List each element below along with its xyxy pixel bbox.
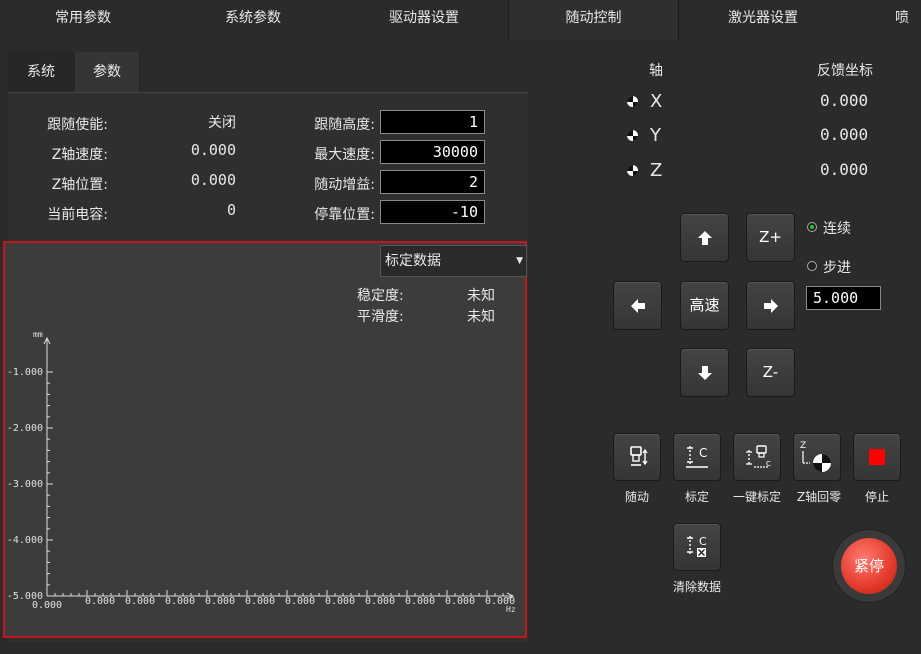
stop-label: 停止 [864, 490, 889, 504]
calibration-chart: mmHz-1.000-2.000-3.000-4.000-5.0000.000 0… [7, 330, 516, 614]
step-radio[interactable] [807, 261, 817, 271]
subtab-params[interactable]: 参数 [75, 52, 140, 92]
capacitance-label: 当前电容: [47, 207, 108, 223]
x-tick-label: 0.000 [85, 596, 115, 607]
y-tick-label: -3.000 [7, 479, 43, 490]
clear-data-button[interactable]: C [673, 523, 721, 571]
axis-z-name: Z [650, 160, 663, 181]
calibrate-icon: C [686, 446, 708, 468]
follow-gain-input[interactable]: 2 [380, 170, 485, 194]
step-label: 步进 [823, 260, 851, 276]
one-key-calibrate-icon: C [746, 445, 771, 468]
subtab-system[interactable]: 系统 [8, 52, 75, 92]
top-tab-bar: 常用参数 系统参数 驱动器设置 随动控制 激光器设置 喷 [0, 0, 921, 40]
park-position-input[interactable]: -10 [380, 200, 485, 224]
axis-y-value: 0.000 [820, 125, 869, 144]
z-home-button[interactable]: Z [793, 433, 841, 481]
max-speed-input[interactable]: 30000 [380, 140, 485, 164]
axis-x-value: 0.000 [820, 91, 869, 110]
tab-spray[interactable]: 喷 [895, 0, 921, 40]
calibration-chart-panel: 标定数据 ▼ 稳定度: 未知 平滑度: 未知 mm Hz -1.000 -2.000-… [3, 241, 527, 638]
jog-left-button[interactable] [613, 281, 662, 330]
arrow-up-icon [697, 230, 712, 245]
follow-enable-label: 跟随使能: [47, 117, 108, 133]
feedback-coord-header: 反馈坐标 [817, 63, 873, 79]
x-tick-label: 0.000 [285, 596, 315, 607]
x-tick-label: 0.000 [32, 600, 62, 611]
arrow-right-icon [763, 298, 778, 313]
z-speed-label: Z轴速度: [51, 147, 108, 163]
axis-x-status-icon [627, 96, 638, 107]
tab-system-params[interactable]: 系统参数 [192, 0, 314, 40]
axis-y-name: Y [650, 125, 661, 146]
z-home-icon: Z [800, 441, 831, 472]
x-tick-label: 0.000 [485, 596, 515, 607]
emergency-stop-button[interactable]: 紧停 [833, 530, 905, 602]
tab-common-params[interactable]: 常用参数 [22, 0, 144, 40]
tab-laser-settings[interactable]: 激光器设置 [702, 0, 824, 40]
stop-square-icon [869, 449, 885, 465]
y-tick-label: -2.000 [7, 423, 43, 434]
x-tick-label: 0.000 [405, 596, 435, 607]
axis-z-status-icon [627, 165, 638, 176]
jog-up-button[interactable] [680, 213, 729, 262]
one-key-calibrate-button[interactable]: C [733, 433, 781, 481]
jog-down-button[interactable] [680, 348, 729, 397]
axis-z-value: 0.000 [820, 160, 869, 179]
svg-text:C: C [699, 535, 707, 548]
axis-x-name: X [650, 91, 663, 112]
axis-header: 轴 [649, 63, 663, 79]
x-tick-label: 0.000 [165, 596, 195, 607]
clear-data-icon: C [687, 535, 707, 557]
continuous-radio[interactable] [807, 222, 817, 232]
x-tick-label: 0.000 [445, 596, 475, 607]
follow-height-label: 跟随高度: [314, 117, 375, 133]
max-speed-label: 最大速度: [314, 147, 375, 163]
jog-zplus-button[interactable]: Z+ [746, 213, 795, 262]
svg-text:C: C [766, 460, 771, 468]
continuous-label: 连续 [823, 221, 851, 237]
z-speed-value: 0.000 [190, 141, 236, 159]
z-position-label: Z轴位置: [51, 177, 108, 193]
calibrate-button[interactable]: C [673, 433, 721, 481]
follow-button[interactable] [613, 433, 661, 481]
jog-zminus-button[interactable]: Z- [746, 348, 795, 397]
tab-driver-settings[interactable]: 驱动器设置 [363, 0, 485, 40]
follow-gain-label: 随动增益: [314, 177, 375, 193]
y-tick-label: -4.000 [7, 535, 43, 546]
park-position-label: 停靠位置: [314, 207, 375, 223]
svg-text:Z: Z [800, 441, 806, 451]
step-value-input[interactable]: 5.000 [806, 286, 881, 310]
emergency-stop-label: 紧停 [841, 538, 897, 594]
axis-y-status-icon [627, 130, 638, 141]
stop-button[interactable] [853, 433, 901, 481]
arrow-down-icon [697, 365, 712, 380]
follow-enable-value: 关闭 [208, 115, 236, 131]
x-tick-label: 0.000 [125, 596, 155, 607]
x-tick-label: 0.000 [205, 596, 235, 607]
x-tick-label: 0.000 [325, 596, 355, 607]
arrow-left-icon [630, 298, 645, 313]
tab-follow-control[interactable]: 随动控制 [508, 0, 679, 40]
clear-data-label: 清除数据 [672, 580, 721, 594]
high-speed-button[interactable]: 高速 [680, 281, 729, 330]
follow-icon [630, 446, 648, 466]
y-axis-unit: mm [33, 330, 43, 339]
svg-text:C: C [699, 446, 707, 460]
capacitance-value: 0 [226, 201, 236, 219]
x-tick-label: 0.000 [365, 596, 395, 607]
follow-height-input[interactable]: 1 [380, 110, 485, 134]
jog-right-button[interactable] [746, 281, 795, 330]
y-tick-label: -1.000 [7, 367, 43, 378]
z-position-value: 0.000 [190, 171, 236, 189]
x-tick-label: 0.000 [245, 596, 275, 607]
